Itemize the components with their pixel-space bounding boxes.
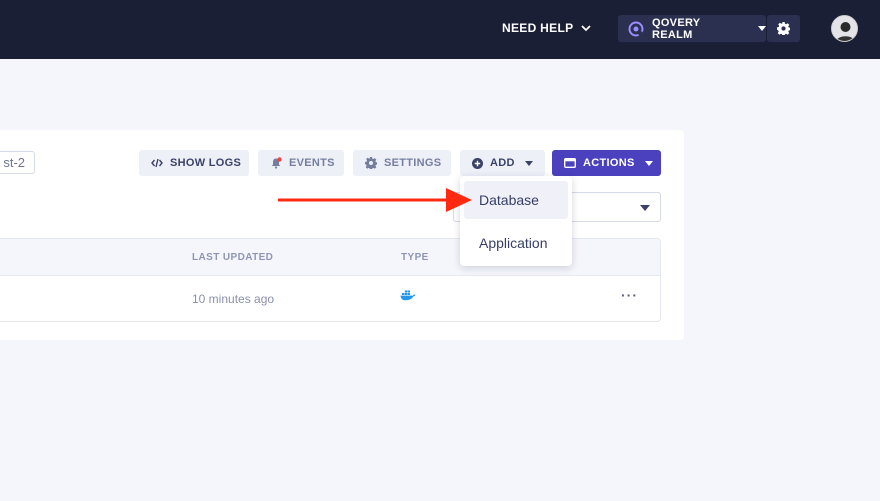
top-navigation-bar: NEED HELP QOVERY REALM — [0, 0, 880, 59]
caret-down-icon — [640, 205, 650, 211]
menu-item-application[interactable]: Application — [464, 224, 568, 262]
settings-label: SETTINGS — [384, 157, 442, 169]
user-photo-icon — [832, 16, 857, 41]
last-updated-cell: 10 minutes ago — [192, 292, 275, 306]
caret-down-icon — [524, 160, 533, 166]
add-button[interactable]: ADD — [460, 150, 545, 176]
events-button[interactable]: EVENTS — [258, 150, 344, 176]
user-avatar[interactable] — [831, 15, 858, 42]
add-label: ADD — [490, 157, 515, 169]
chevron-down-icon — [581, 24, 592, 31]
need-help-menu[interactable]: NEED HELP — [502, 18, 592, 38]
actions-button[interactable]: ACTIONS — [552, 150, 661, 176]
plus-circle-icon — [472, 157, 483, 169]
organization-switcher[interactable]: QOVERY REALM — [618, 15, 766, 42]
add-dropdown-menu: Database Application — [460, 176, 572, 266]
events-label: EVENTS — [289, 157, 335, 169]
code-icon — [151, 158, 163, 168]
organization-settings-button[interactable] — [767, 15, 800, 42]
bell-icon — [271, 157, 282, 169]
gear-icon — [777, 22, 790, 35]
show-logs-button[interactable]: SHOW LOGS — [139, 150, 249, 176]
show-logs-label: SHOW LOGS — [170, 157, 242, 169]
column-header-type: TYPE — [401, 252, 429, 263]
menu-item-database[interactable]: Database — [464, 181, 568, 219]
caret-down-icon — [644, 160, 653, 166]
settings-button[interactable]: SETTINGS — [353, 150, 451, 176]
actions-label: ACTIONS — [583, 157, 635, 169]
need-help-label: NEED HELP — [502, 21, 574, 35]
docker-icon — [400, 290, 416, 304]
environment-tag: st-2 — [0, 151, 35, 174]
column-header-last-updated: LAST UPDATED — [192, 252, 274, 263]
window-icon — [564, 158, 576, 168]
annotation-arrow-icon — [278, 188, 472, 212]
organization-name: QOVERY REALM — [651, 16, 701, 41]
gear-icon — [365, 157, 377, 169]
row-more-options-button[interactable]: ··· — [621, 287, 638, 303]
caret-down-icon — [758, 26, 766, 31]
organization-logo-icon — [628, 21, 644, 36]
